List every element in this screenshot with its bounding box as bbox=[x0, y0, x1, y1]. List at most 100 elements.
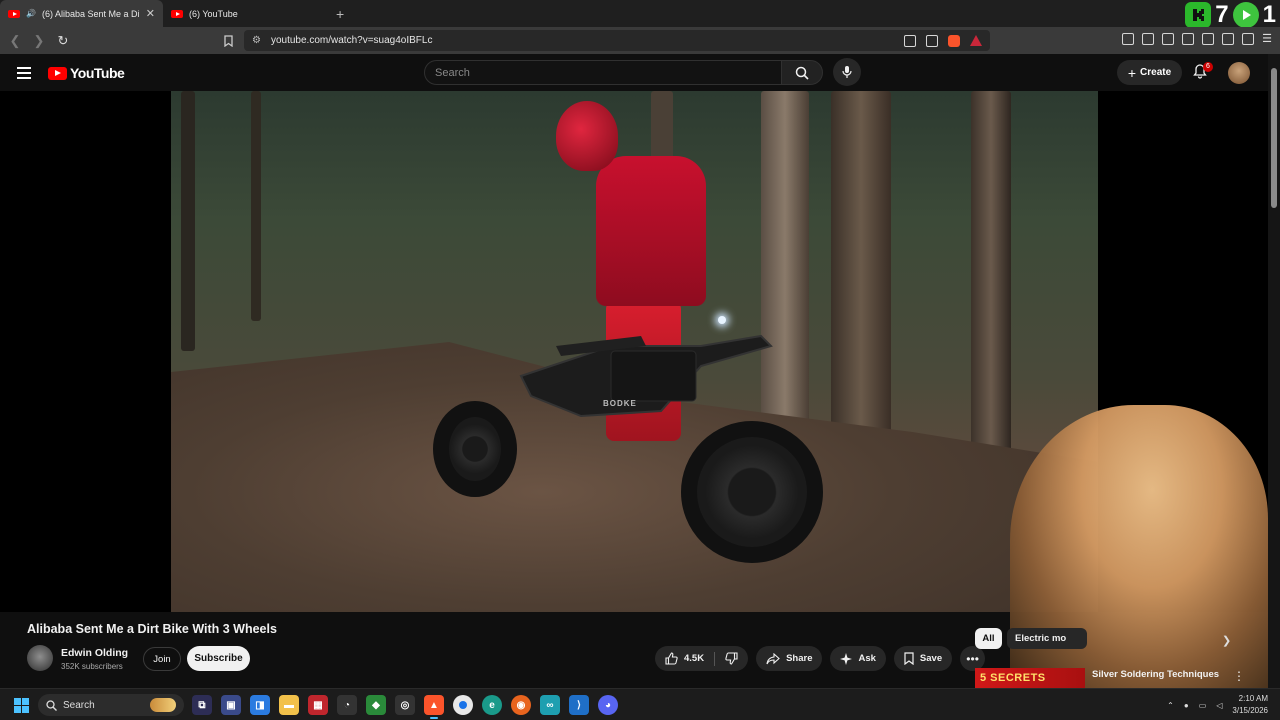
join-button[interactable]: Join bbox=[143, 647, 181, 671]
page-scrollbar[interactable] bbox=[1268, 54, 1280, 688]
system-clock[interactable]: 2:10 AM 3/15/2026 bbox=[1232, 693, 1268, 717]
share-button[interactable]: Share bbox=[756, 646, 823, 671]
kick-viewer-count: 7 bbox=[1215, 1, 1229, 28]
windows-start-icon[interactable] bbox=[14, 698, 29, 713]
tab-title: (6) YouTube bbox=[189, 8, 238, 19]
create-button[interactable]: + Create bbox=[1117, 60, 1182, 85]
brave-shields-icon[interactable] bbox=[948, 34, 960, 47]
extensions-icon[interactable] bbox=[1122, 33, 1135, 45]
dislike-button[interactable] bbox=[715, 652, 748, 665]
recommended-video-thumbnail[interactable]: 5 SECRETS bbox=[975, 668, 1085, 688]
close-tab-icon[interactable]: ✕ bbox=[146, 7, 155, 20]
tree-trunk bbox=[251, 91, 261, 321]
app-icon[interactable]: ◨ bbox=[250, 695, 270, 715]
wallet-icon[interactable] bbox=[1202, 33, 1215, 45]
new-tab-button[interactable]: + bbox=[336, 6, 344, 22]
task-view-icon[interactable]: ⧉ bbox=[192, 695, 212, 715]
firefox-icon[interactable]: ◉ bbox=[511, 695, 531, 715]
front-wheel bbox=[681, 421, 823, 563]
reload-icon[interactable]: ↻ bbox=[56, 33, 70, 49]
search-button[interactable] bbox=[781, 60, 823, 85]
tree-trunk bbox=[831, 91, 891, 441]
browser-toolbar: ❮ ❯ ↻ ⚙ youtube.com/watch?v=suag4oIBFLc … bbox=[0, 27, 1280, 54]
windows-taskbar: Search ⧉ ▣ ◨ ▬ ▦ ◔ ◆ ◎ ▲ e ◉ ∞ ⟩ ◕ ⌃ ● ▭… bbox=[0, 688, 1280, 720]
recommended-video-menu-icon[interactable]: ⋮ bbox=[1233, 669, 1245, 683]
sidebar-icon[interactable] bbox=[1182, 33, 1195, 45]
chips-next-icon[interactable]: ❯ bbox=[1222, 634, 1231, 647]
share-page-icon[interactable] bbox=[926, 34, 938, 47]
leo-ai-icon[interactable] bbox=[1222, 33, 1235, 45]
forward-icon[interactable]: ❯ bbox=[32, 33, 46, 49]
plus-icon: + bbox=[1127, 64, 1137, 81]
ask-label: Ask bbox=[858, 653, 876, 664]
file-explorer-icon[interactable]: ▬ bbox=[279, 695, 299, 715]
app-icon[interactable]: ◔ bbox=[337, 695, 357, 715]
youtube-logo[interactable]: YouTube bbox=[48, 65, 125, 81]
youtube-wordmark: YouTube bbox=[70, 65, 125, 81]
ask-button[interactable]: Ask bbox=[830, 646, 886, 671]
browser-tab-youtube[interactable]: (6) YouTube bbox=[163, 0, 326, 27]
discord-icon[interactable]: ◕ bbox=[598, 695, 618, 715]
network-icon[interactable]: ▭ bbox=[1199, 701, 1207, 710]
tab-title: (6) Alibaba Sent Me a Dirt Bik bbox=[41, 8, 140, 19]
subscriber-count: 352K subscribers bbox=[61, 662, 123, 671]
tree-trunk bbox=[181, 91, 195, 351]
recommended-video-title[interactable]: Silver Soldering Techniques bbox=[1092, 669, 1219, 680]
app-icon[interactable]: ◆ bbox=[366, 695, 386, 715]
speaker-icon[interactable]: 🔊 bbox=[26, 9, 36, 18]
bookmark-icon[interactable] bbox=[224, 34, 233, 47]
tray-overflow-icon[interactable]: ⌃ bbox=[1167, 701, 1174, 710]
stream-overlay-counters: 7 1 bbox=[1185, 2, 1276, 28]
rumble-viewer-count: 1 bbox=[1262, 1, 1276, 28]
volume-icon[interactable]: ◁ bbox=[1216, 701, 1222, 710]
scrollbar-thumb[interactable] bbox=[1271, 68, 1277, 208]
chip-electric-motorcycles[interactable]: Electric mo bbox=[1007, 628, 1087, 649]
sparkle-icon bbox=[840, 652, 853, 665]
save-button[interactable]: Save bbox=[893, 646, 953, 671]
app-icon[interactable]: ∞ bbox=[540, 695, 560, 715]
extension-icons: ☰ bbox=[1122, 33, 1272, 45]
browser-menu-icon[interactable]: ☰ bbox=[1262, 33, 1272, 45]
share-label: Share bbox=[786, 653, 813, 664]
cast-icon[interactable] bbox=[904, 34, 916, 47]
vpn-icon[interactable] bbox=[1242, 33, 1255, 45]
voice-search-button[interactable] bbox=[833, 58, 861, 86]
subscribe-button[interactable]: Subscribe bbox=[187, 646, 250, 671]
channel-name[interactable]: Edwin Olding bbox=[61, 647, 128, 659]
screenshot-icon[interactable] bbox=[1142, 33, 1155, 45]
thumbs-down-icon bbox=[725, 652, 738, 665]
browser-tab-video[interactable]: 🔊 (6) Alibaba Sent Me a Dirt Bik ✕ bbox=[0, 0, 163, 27]
chrome-icon[interactable] bbox=[453, 695, 473, 715]
search-input[interactable]: Search bbox=[424, 60, 782, 85]
taskbar-search-label: Search bbox=[63, 699, 95, 711]
address-bar[interactable]: ⚙ youtube.com/watch?v=suag4oIBFLc bbox=[224, 30, 990, 51]
taskbar-search[interactable]: Search bbox=[38, 694, 184, 716]
create-label: Create bbox=[1140, 67, 1172, 78]
media-icon[interactable] bbox=[1162, 33, 1175, 45]
site-info-icon[interactable]: ⚙ bbox=[252, 35, 261, 46]
vscode-icon[interactable]: ⟩ bbox=[569, 695, 589, 715]
thumbnail-text: 5 SECRETS bbox=[980, 672, 1046, 684]
microphone-tray-icon[interactable]: ● bbox=[1184, 701, 1189, 710]
app-icon[interactable]: ▣ bbox=[221, 695, 241, 715]
headlight bbox=[718, 316, 726, 324]
more-horizontal-icon: ••• bbox=[966, 651, 979, 666]
microphone-icon bbox=[842, 66, 852, 78]
edge-icon[interactable]: e bbox=[482, 695, 502, 715]
back-icon[interactable]: ❮ bbox=[8, 33, 22, 49]
like-button[interactable]: 4.5K bbox=[655, 652, 714, 665]
chip-all[interactable]: All bbox=[975, 628, 1002, 649]
app-icon[interactable]: ▦ bbox=[308, 695, 328, 715]
menu-icon[interactable] bbox=[17, 67, 31, 83]
brave-rewards-icon[interactable] bbox=[970, 35, 982, 46]
notification-badge: 6 bbox=[1203, 62, 1213, 72]
account-avatar[interactable] bbox=[1228, 62, 1250, 84]
channel-avatar[interactable] bbox=[27, 645, 53, 671]
video-frame[interactable]: BODKE bbox=[171, 91, 1098, 612]
brave-browser-icon[interactable]: ▲ bbox=[424, 695, 444, 719]
youtube-masthead: YouTube Search + Create 6 bbox=[0, 54, 1268, 91]
save-label: Save bbox=[919, 653, 943, 664]
search-icon bbox=[795, 66, 809, 80]
app-icon[interactable]: ◎ bbox=[395, 695, 415, 715]
thumbs-up-icon bbox=[665, 652, 678, 665]
